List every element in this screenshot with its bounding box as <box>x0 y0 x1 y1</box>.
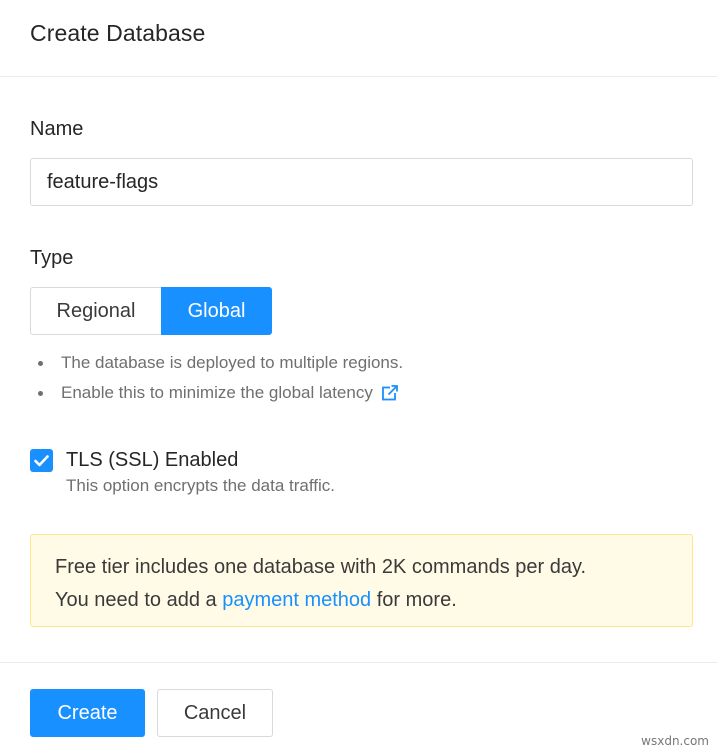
name-label: Name <box>30 118 84 140</box>
dialog-footer: Create Cancel <box>0 662 717 751</box>
tls-option: TLS (SSL) Enabled This option encrypts t… <box>30 447 335 496</box>
type-label: Type <box>30 247 74 269</box>
cancel-button[interactable]: Cancel <box>157 689 273 737</box>
bullet-dot <box>38 360 43 366</box>
notice-line-2: You need to add a payment method for mor… <box>55 584 668 617</box>
type-segmented-control: Regional Global <box>30 287 272 335</box>
type-help-list: The database is deployed to multiple reg… <box>38 348 403 408</box>
notice-line-1: Free tier includes one database with 2K … <box>55 556 587 578</box>
watermark: wsxdn.com <box>641 734 709 748</box>
create-database-dialog: Create Database Name Type Regional Globa… <box>0 0 717 751</box>
checkmark-icon <box>34 454 49 466</box>
payment-method-link[interactable]: payment method <box>222 589 371 611</box>
tls-text: TLS (SSL) Enabled This option encrypts t… <box>66 447 335 496</box>
list-item: Enable this to minimize the global laten… <box>38 378 403 408</box>
dialog-header: Create Database <box>0 0 717 77</box>
help-text: Enable this to minimize the global laten… <box>61 383 373 402</box>
tls-description: This option encrypts the data traffic. <box>66 476 335 495</box>
name-input[interactable] <box>30 158 693 206</box>
dialog-title: Create Database <box>30 20 206 46</box>
bullet-dot <box>38 390 43 396</box>
notice-prefix: You need to add a <box>55 589 223 611</box>
free-tier-notice: Free tier includes one database with 2K … <box>30 534 693 627</box>
type-option-regional[interactable]: Regional <box>30 287 161 335</box>
type-option-global[interactable]: Global <box>161 287 272 335</box>
help-text: The database is deployed to multiple reg… <box>61 353 404 372</box>
external-link-icon[interactable] <box>381 384 399 402</box>
list-item: The database is deployed to multiple reg… <box>38 348 403 378</box>
tls-checkbox[interactable] <box>30 449 53 472</box>
tls-label: TLS (SSL) Enabled <box>66 449 239 471</box>
create-button[interactable]: Create <box>30 689 145 737</box>
notice-suffix: for more. <box>371 589 457 611</box>
